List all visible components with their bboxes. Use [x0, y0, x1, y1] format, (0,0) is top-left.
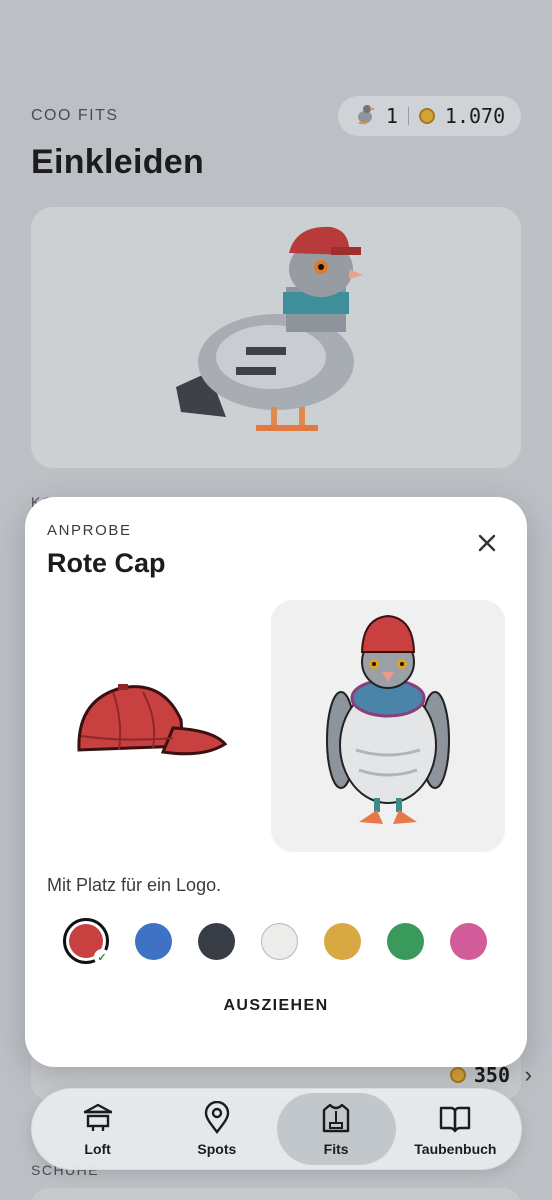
color-swatch[interactable]: ✓	[63, 918, 110, 965]
close-icon	[478, 534, 496, 552]
pigeon-side-illustration	[176, 226, 363, 431]
coin-icon	[449, 1067, 466, 1083]
color-swatch-row: ✓	[63, 918, 487, 965]
loft-icon	[83, 1103, 112, 1131]
tab-label: Spots	[197, 1141, 237, 1157]
tab-taubenbuch[interactable]: Taubenbuch	[396, 1093, 515, 1165]
chevron-right-icon: ›	[524, 1062, 532, 1087]
pigeon-count: 1	[385, 104, 398, 128]
color-swatch[interactable]	[135, 922, 172, 960]
sheet-title: Rote Cap	[47, 548, 166, 578]
color-swatch[interactable]	[261, 922, 298, 960]
tab-fits[interactable]: Fits	[276, 1093, 396, 1165]
book-icon	[440, 1106, 471, 1133]
color-swatch[interactable]	[450, 922, 487, 960]
try-on-preview-card	[271, 600, 505, 852]
color-swatch[interactable]	[324, 922, 361, 960]
hoodie-icon	[322, 1103, 350, 1133]
try-on-sheet: ANPROBE Rote Cap Mit Platz für ein Logo.…	[25, 497, 527, 1067]
sheet-overline: ANPROBE	[47, 522, 132, 539]
app-overline: COO FITS	[31, 107, 119, 124]
page-title: Einkleiden	[31, 143, 205, 181]
tab-label: Loft	[84, 1141, 111, 1157]
close-button[interactable]	[475, 531, 499, 555]
tab-label: Taubenbuch	[414, 1141, 497, 1157]
tab-bar: Loft Spots Fits Taubenbuch	[31, 1088, 522, 1170]
pigeon-icon	[354, 103, 376, 130]
cap-item-image	[73, 680, 233, 769]
list-item-shoes[interactable]	[31, 1188, 521, 1200]
checkmark-icon: ✓	[94, 949, 110, 965]
pill-divider	[407, 107, 409, 125]
item-description: Mit Platz für ein Logo.	[47, 875, 222, 895]
balance-pill: 1 1.070	[338, 96, 521, 136]
coin-icon	[418, 108, 435, 124]
pigeon-preview-card	[31, 207, 521, 468]
remove-button[interactable]: AUSZIEHEN	[25, 997, 527, 1015]
tab-spots[interactable]: Spots	[157, 1093, 276, 1165]
map-pin-icon	[204, 1101, 230, 1134]
tab-label: Fits	[323, 1141, 349, 1157]
pigeon-front-illustration	[326, 614, 450, 824]
color-swatch[interactable]	[198, 922, 235, 960]
tab-loft[interactable]: Loft	[38, 1093, 157, 1165]
color-swatch[interactable]	[387, 922, 424, 960]
coin-balance: 1.070	[444, 104, 506, 128]
